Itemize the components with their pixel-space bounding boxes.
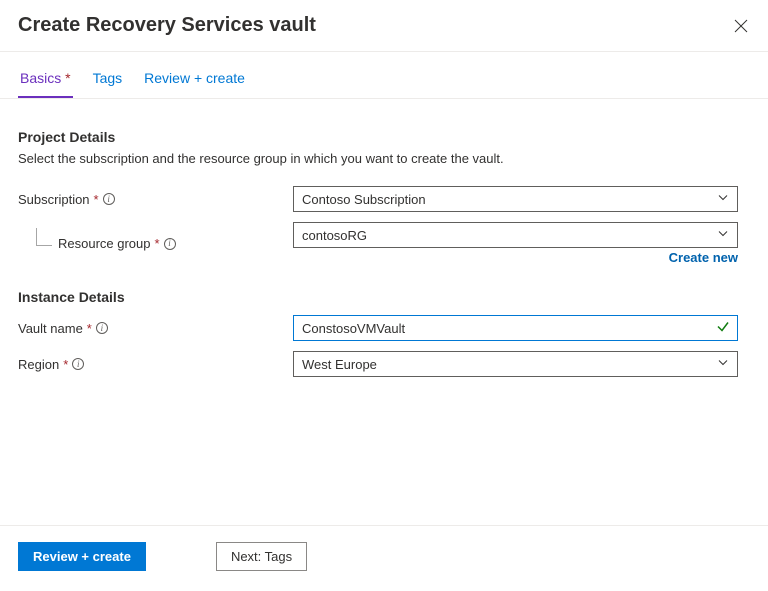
close-icon (734, 19, 748, 33)
info-icon[interactable]: i (72, 358, 84, 370)
required-star: * (94, 192, 99, 207)
close-button[interactable] (732, 17, 750, 35)
form-content: Project Details Select the subscription … (0, 99, 768, 377)
required-star: * (87, 321, 92, 336)
vault-name-row: Vault name * i (18, 315, 750, 341)
required-star: * (61, 70, 70, 86)
resource-group-dropdown[interactable]: contosoRG (293, 222, 738, 248)
region-row: Region * i West Europe (18, 351, 750, 377)
vault-name-input[interactable] (293, 315, 738, 341)
subscription-dropdown[interactable]: Contoso Subscription (293, 186, 738, 212)
project-details-desc: Select the subscription and the resource… (18, 151, 750, 166)
footer-bar: Review + create Next: Tags (0, 525, 768, 591)
tab-label: Tags (93, 70, 123, 86)
vault-name-control (293, 315, 738, 341)
tab-basics[interactable]: Basics * (18, 60, 73, 98)
subscription-value: Contoso Subscription (302, 192, 426, 207)
region-label-wrap: Region * i (18, 357, 293, 372)
resource-group-row: Resource group * i contosoRG Create new (18, 222, 750, 265)
dialog-header: Create Recovery Services vault (0, 0, 768, 52)
region-label: Region (18, 357, 59, 372)
instance-details-heading: Instance Details (18, 289, 750, 305)
info-icon[interactable]: i (96, 322, 108, 334)
tab-label: Review + create (144, 70, 245, 86)
project-details-heading: Project Details (18, 129, 750, 145)
subscription-row: Subscription * i Contoso Subscription (18, 186, 750, 212)
subscription-label-wrap: Subscription * i (18, 192, 293, 207)
resource-group-label: Resource group (58, 236, 151, 251)
review-create-button[interactable]: Review + create (18, 542, 146, 571)
tab-tags[interactable]: Tags (91, 60, 125, 98)
next-button[interactable]: Next: Tags (216, 542, 307, 571)
info-icon[interactable]: i (164, 238, 176, 250)
resource-group-value: contosoRG (302, 228, 367, 243)
indent-line (36, 228, 52, 246)
region-control: West Europe (293, 351, 738, 377)
vault-name-label-wrap: Vault name * i (18, 321, 293, 336)
tab-bar: Basics * Tags Review + create (0, 60, 768, 99)
chevron-down-icon (717, 357, 729, 372)
region-dropdown[interactable]: West Europe (293, 351, 738, 377)
required-star: * (63, 357, 68, 372)
vault-name-label: Vault name (18, 321, 83, 336)
region-value: West Europe (302, 357, 377, 372)
subscription-label: Subscription (18, 192, 90, 207)
resource-group-control: contosoRG Create new (293, 222, 738, 265)
subscription-control: Contoso Subscription (293, 186, 738, 212)
info-icon[interactable]: i (103, 193, 115, 205)
chevron-down-icon (717, 228, 729, 243)
create-new-wrap: Create new (293, 250, 738, 265)
resource-group-label-wrap: Resource group * i (18, 236, 293, 251)
create-new-link[interactable]: Create new (669, 250, 738, 265)
chevron-down-icon (717, 192, 729, 207)
required-star: * (155, 236, 160, 251)
tab-review-create[interactable]: Review + create (142, 60, 247, 98)
page-title: Create Recovery Services vault (18, 14, 316, 37)
tab-label: Basics (20, 70, 61, 86)
